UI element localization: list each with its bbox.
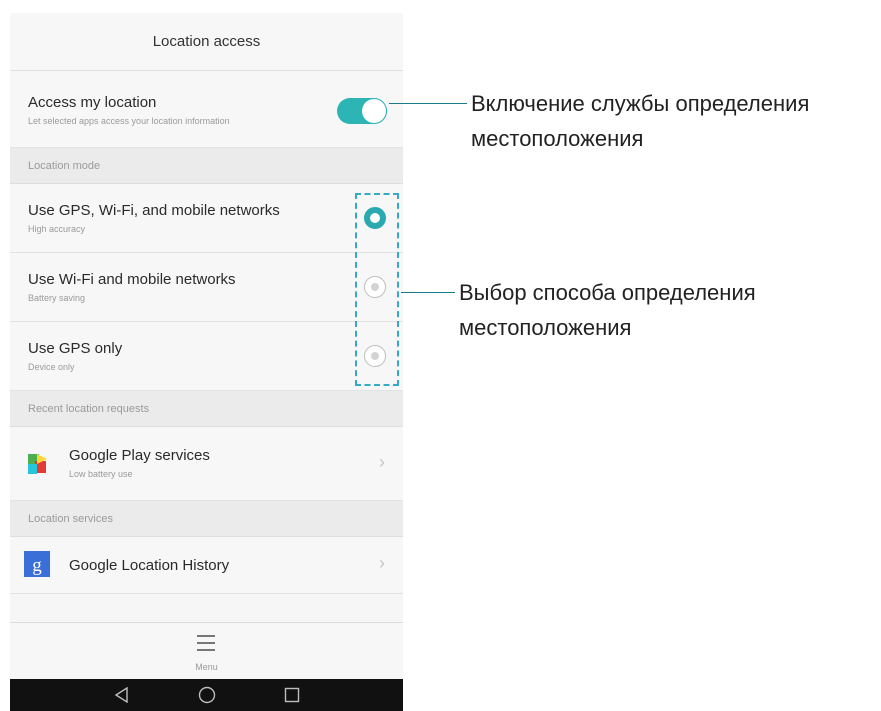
recent-request-subtitle: Low battery use <box>69 469 133 479</box>
callout-mode-line1: Выбор способа определения <box>459 280 756 305</box>
section-location-services: Location services <box>10 501 403 537</box>
location-mode-highlight-box <box>355 193 399 386</box>
recents-icon[interactable] <box>272 679 312 711</box>
home-icon[interactable] <box>187 679 227 711</box>
section-recent-requests: Recent location requests <box>10 391 403 427</box>
mode-option-gps-wifi-mobile[interactable]: Use GPS, Wi-Fi, and mobile networks High… <box>10 184 403 253</box>
google-play-services-icon <box>28 454 47 474</box>
recent-request-google-play-services[interactable]: Google Play services Low battery use › <box>10 427 403 501</box>
chevron-right-icon: › <box>379 553 385 573</box>
menu-icon[interactable] <box>197 635 215 656</box>
back-icon[interactable] <box>102 679 142 711</box>
callout-mode-line2: местоположения <box>459 315 632 340</box>
mode-option-title: Use GPS, Wi-Fi, and mobile networks <box>28 202 280 219</box>
callout-line-toggle <box>389 103 467 104</box>
bottom-menu[interactable]: Menu <box>10 622 403 680</box>
navigation-bar <box>10 679 403 711</box>
svg-text:g: g <box>32 555 42 576</box>
mode-option-subtitle: Battery saving <box>28 293 86 303</box>
callout-toggle-line1: Включение службы определения <box>471 91 810 116</box>
mode-option-subtitle: High accuracy <box>28 224 86 234</box>
page-title: Location access <box>10 13 403 71</box>
mode-option-title: Use GPS only <box>28 340 123 357</box>
location-service-google-location-history[interactable]: g Google Location History › <box>10 537 403 594</box>
menu-label: Menu <box>195 662 218 672</box>
phone-screen: Location access Access my location Let s… <box>10 13 403 711</box>
mode-option-subtitle: Device only <box>28 362 75 372</box>
mode-option-wifi-mobile[interactable]: Use Wi-Fi and mobile networks Battery sa… <box>10 253 403 322</box>
access-location-subtitle: Let selected apps access your location i… <box>28 116 230 126</box>
callout-toggle-line2: местоположения <box>471 126 644 151</box>
toggle-knob <box>362 99 386 123</box>
access-location-title: Access my location <box>28 94 157 111</box>
section-location-mode: Location mode <box>10 148 403 184</box>
location-service-title: Google Location History <box>69 557 230 574</box>
recent-request-title: Google Play services <box>69 447 210 464</box>
google-settings-icon: g <box>24 551 50 577</box>
mode-option-title: Use Wi-Fi and mobile networks <box>28 271 236 288</box>
mode-option-gps-only[interactable]: Use GPS only Device only <box>10 322 403 391</box>
location-toggle[interactable] <box>337 98 387 124</box>
callout-line-mode <box>401 292 455 293</box>
access-location-row[interactable]: Access my location Let selected apps acc… <box>10 71 403 148</box>
chevron-right-icon: › <box>379 452 385 472</box>
